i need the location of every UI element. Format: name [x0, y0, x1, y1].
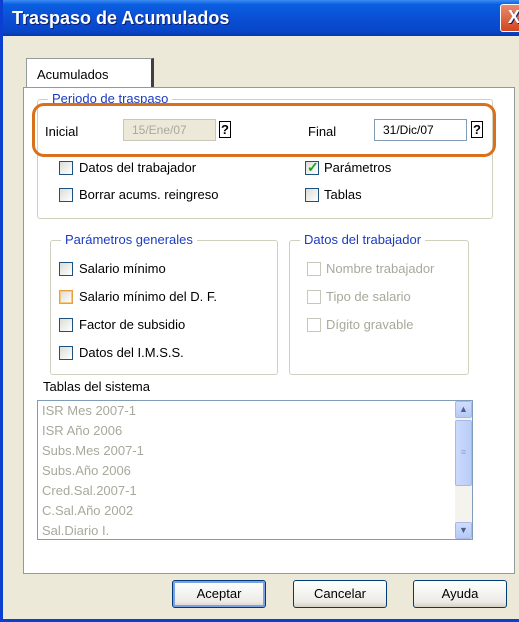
ayuda-label: Ayuda — [441, 586, 479, 601]
datos-imss-label: Datos del I.M.S.S. — [79, 345, 184, 360]
salario-minimo-df-checkbox[interactable] — [59, 290, 73, 304]
list-item[interactable]: Cred.Sal.2007-1 — [38, 481, 472, 501]
help-glyph: ? — [221, 122, 229, 137]
factor-subsidio-label: Factor de subsidio — [79, 317, 186, 332]
tipo-salario-checkbox — [307, 290, 321, 304]
grip-icon: ≡ — [460, 447, 467, 457]
cancelar-button[interactable]: Cancelar — [293, 580, 387, 608]
dialog-title: Traspaso de Acumulados — [12, 8, 230, 28]
close-icon: X — [507, 7, 519, 27]
datos-imss-checkbox[interactable] — [59, 346, 73, 360]
listbox-scrollbar[interactable]: ▲ ≡ ▼ — [455, 401, 472, 539]
parametros-generales-legend: Parámetros generales — [61, 232, 197, 247]
inicial-label: Inicial — [45, 124, 79, 139]
datos-trabajador-checkbox[interactable] — [59, 161, 73, 175]
scroll-down-icon: ▼ — [459, 525, 468, 535]
close-button[interactable]: X — [500, 4, 519, 32]
inicial-date-value: 15/Ene/07 — [132, 123, 187, 137]
inicial-help-icon[interactable]: ? — [219, 121, 231, 138]
ayuda-button[interactable]: Ayuda — [413, 580, 507, 608]
final-label: Final — [308, 124, 337, 139]
scroll-up-button[interactable]: ▲ — [455, 401, 472, 418]
list-item[interactable]: C.Sal.Año 2002 — [38, 501, 472, 521]
list-item[interactable]: Sal.Diario I. — [38, 521, 472, 539]
scroll-thumb[interactable]: ≡ — [455, 420, 472, 486]
digito-gravable-label: Dígito gravable — [326, 317, 414, 332]
tab-acumulados[interactable]: Acumulados — [26, 58, 154, 88]
datos-trabajador-legend: Datos del trabajador — [300, 232, 426, 247]
list-item[interactable]: Subs.Año 2006 — [38, 461, 472, 481]
list-item[interactable]: ISR Año 2006 — [38, 421, 472, 441]
cancelar-label: Cancelar — [313, 586, 367, 601]
inicial-date-field: 15/Ene/07 — [123, 119, 216, 141]
salario-minimo-df-label: Salario mínimo del D. F. — [79, 289, 217, 304]
nombre-trabajador-checkbox — [307, 262, 321, 276]
scroll-down-button[interactable]: ▼ — [455, 522, 472, 539]
borrar-acums-checkbox[interactable] — [59, 188, 73, 202]
aceptar-button[interactable]: Aceptar — [172, 580, 266, 608]
help-glyph: ? — [473, 122, 481, 137]
tablas-sistema-label: Tablas del sistema — [43, 379, 150, 394]
list-item[interactable]: Subs.Mes 2007-1 — [38, 441, 472, 461]
tipo-salario-label: Tipo de salario — [326, 289, 411, 304]
final-date-field[interactable]: 31/Dic/07 — [374, 119, 467, 141]
tablas-checkbox[interactable] — [305, 188, 319, 202]
dialog-window: Traspaso de Acumulados X Acumulados Peri… — [0, 0, 519, 622]
check-icon: ✓ — [307, 159, 319, 175]
aceptar-label: Aceptar — [196, 586, 242, 601]
tablas-label: Tablas — [324, 187, 362, 202]
list-items: ISR Mes 2007-1 ISR Año 2006 Subs.Mes 2007-… — [38, 401, 472, 539]
final-date-value: 31/Dic/07 — [383, 123, 434, 137]
digito-gravable-checkbox — [307, 318, 321, 332]
list-item[interactable]: ISR Mes 2007-1 — [38, 401, 472, 421]
tab-label: Acumulados — [37, 67, 109, 82]
salario-minimo-label: Salario mínimo — [79, 261, 166, 276]
datos-trabajador-label: Datos del trabajador — [79, 160, 197, 175]
factor-subsidio-checkbox[interactable] — [59, 318, 73, 332]
nombre-trabajador-label: Nombre trabajador — [326, 261, 435, 276]
final-help-icon[interactable]: ? — [471, 121, 483, 138]
salario-minimo-checkbox[interactable] — [59, 262, 73, 276]
scroll-up-icon: ▲ — [459, 404, 468, 414]
borrar-acums-label: Borrar acums. reingreso — [79, 187, 219, 202]
parametros-label: Parámetros — [324, 160, 392, 175]
title-bar: Traspaso de Acumulados X — [3, 0, 519, 36]
tablas-sistema-listbox[interactable]: ISR Mes 2007-1 ISR Año 2006 Subs.Mes 2007-… — [37, 400, 473, 540]
parametros-checkbox[interactable]: ✓ — [305, 159, 319, 175]
